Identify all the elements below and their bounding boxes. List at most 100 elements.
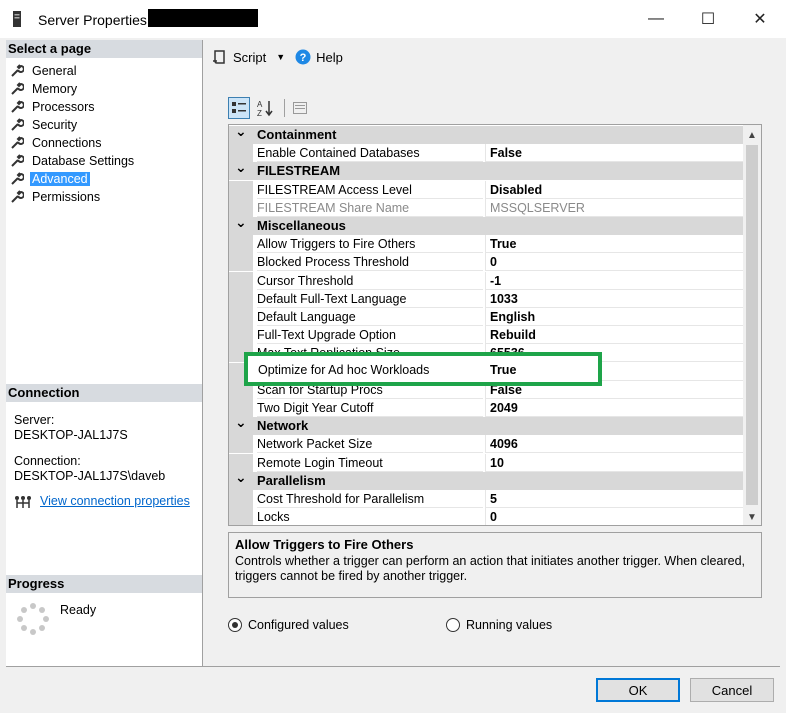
footer-divider (6, 666, 780, 667)
title-bar: Server Properties - — ☐ ✕ (0, 0, 786, 38)
property-value[interactable]: 1033 (485, 289, 743, 308)
collapse-chevron-icon[interactable]: ⌄ (235, 158, 249, 176)
categorized-button[interactable] (228, 97, 250, 119)
scrollbar-thumb[interactable] (746, 145, 758, 505)
property-row[interactable]: Full-Text Upgrade Option Rebuild (229, 326, 743, 345)
left-panel: Select a page General Memory Processors … (6, 40, 202, 666)
connection-header: Connection (6, 384, 202, 402)
property-row[interactable]: Network Packet Size 4096 (229, 435, 743, 454)
property-row[interactable]: Locks 0 (229, 508, 743, 525)
categorized-icon (232, 102, 246, 113)
property-row[interactable]: Remote Login Timeout 10 (229, 453, 743, 472)
minimize-button[interactable]: — (640, 8, 672, 30)
property-value[interactable]: Rebuild (485, 326, 743, 345)
category-row[interactable]: ⌄ FILESTREAM (229, 159, 743, 181)
collapse-chevron-icon[interactable]: ⌄ (235, 413, 249, 431)
row-gutter (229, 235, 253, 254)
property-row[interactable]: FILESTREAM Share Name MSSQLSERVER (229, 198, 743, 217)
highlighted-property-value[interactable]: True (490, 363, 516, 377)
page-list: General Memory Processors Security Conne… (10, 62, 136, 206)
property-name: FILESTREAM Access Level (257, 181, 483, 199)
property-row[interactable]: Enable Contained Databases False (229, 144, 743, 163)
row-gutter (229, 289, 253, 308)
category-row[interactable]: ⌄ Parallelism (229, 469, 743, 490)
radio-unselected-icon[interactable] (446, 618, 460, 632)
property-row[interactable]: FILESTREAM Access Level Disabled (229, 180, 743, 199)
radio-selected-icon[interactable] (228, 618, 242, 632)
property-row[interactable]: Cost Threshold for Parallelism 5 (229, 490, 743, 508)
wrench-icon (11, 64, 24, 77)
category-row[interactable]: ⌄ Network (229, 414, 743, 436)
property-grid-scrollbar[interactable]: ▲ ▼ (743, 125, 761, 525)
property-value[interactable]: -1 (485, 271, 743, 290)
maximize-button[interactable]: ☐ (692, 8, 724, 30)
property-value[interactable]: MSSQLSERVER (485, 198, 743, 217)
progress-status: Ready (60, 603, 97, 617)
property-name: Default Language (257, 308, 483, 326)
server-value: DESKTOP-JAL1J7S (14, 428, 128, 442)
property-row[interactable]: Default Full-Text Language 1033 (229, 289, 743, 308)
wrench-icon (11, 118, 24, 131)
page-item-memory[interactable]: Memory (10, 80, 136, 98)
collapse-chevron-icon[interactable]: ⌄ (235, 125, 249, 140)
svg-text:A: A (257, 100, 263, 109)
page-item-permissions[interactable]: Permissions (10, 188, 136, 206)
alphabetical-button[interactable]: A Z (254, 97, 276, 119)
property-row[interactable]: Allow Triggers to Fire Others True (229, 235, 743, 254)
property-value[interactable]: 2049 (485, 399, 743, 417)
ok-button[interactable]: OK (596, 678, 680, 702)
page-item-advanced[interactable]: Advanced (10, 170, 136, 188)
collapse-chevron-icon[interactable]: ⌄ (235, 213, 249, 231)
connection-value: DESKTOP-JAL1J7S\daveb (14, 469, 166, 483)
script-button[interactable]: Script ▼ (212, 49, 285, 65)
category-label: Miscellaneous (257, 218, 346, 233)
category-label: Network (257, 418, 309, 434)
connection-properties-icon (15, 495, 31, 508)
category-row[interactable]: ⌄ Miscellaneous (229, 214, 743, 235)
category-row[interactable]: ⌄ Containment (229, 125, 743, 144)
wrench-icon (11, 190, 24, 203)
property-value[interactable]: False (485, 144, 743, 163)
help-icon: ? (295, 49, 311, 65)
property-row[interactable]: Blocked Process Threshold 0 (229, 253, 743, 272)
property-name: Network Packet Size (257, 435, 483, 454)
view-connection-properties-link[interactable]: View connection properties (40, 494, 190, 509)
progress-header: Progress (6, 575, 202, 593)
page-item-processors[interactable]: Processors (10, 98, 136, 116)
property-value[interactable]: 10 (485, 453, 743, 472)
page-item-database-settings[interactable]: Database Settings (10, 152, 136, 170)
property-value[interactable]: 5 (485, 490, 743, 508)
wrench-icon (11, 100, 24, 113)
property-value[interactable]: True (485, 235, 743, 254)
close-button[interactable]: ✕ (744, 8, 776, 30)
row-gutter (229, 490, 253, 508)
scroll-up-icon[interactable]: ▲ (743, 127, 761, 143)
category-label: Containment (257, 127, 337, 142)
svg-text:?: ? (300, 52, 307, 64)
server-label: Server: (14, 413, 55, 427)
property-name: Locks (257, 508, 483, 525)
property-value[interactable]: 0 (485, 508, 743, 525)
cancel-button[interactable]: Cancel (690, 678, 774, 702)
page-item-security[interactable]: Security (10, 116, 136, 134)
help-button[interactable]: ? Help (295, 49, 343, 65)
property-row[interactable]: Cursor Threshold -1 (229, 271, 743, 290)
property-value[interactable]: Disabled (485, 180, 743, 199)
category-label: FILESTREAM (257, 163, 341, 179)
collapse-chevron-icon[interactable]: ⌄ (235, 468, 249, 486)
property-name: Remote Login Timeout (257, 454, 483, 472)
row-gutter (229, 180, 253, 199)
property-value[interactable]: 4096 (485, 435, 743, 454)
property-row[interactable]: Two Digit Year Cutoff 2049 (229, 399, 743, 417)
configured-values-radio[interactable]: Configured values (228, 618, 349, 632)
page-item-connections[interactable]: Connections (10, 134, 136, 152)
chevron-down-icon[interactable]: ▼ (276, 52, 285, 62)
property-value[interactable]: 0 (485, 253, 743, 272)
property-row[interactable]: Default Language English (229, 308, 743, 326)
page-item-general[interactable]: General (10, 62, 136, 80)
highlighted-property[interactable]: Optimize for Ad hoc Workloads True (244, 352, 602, 386)
property-pages-button[interactable] (289, 97, 311, 119)
scroll-down-icon[interactable]: ▼ (743, 509, 761, 525)
running-values-radio[interactable]: Running values (446, 618, 552, 632)
property-value[interactable]: English (485, 308, 743, 326)
